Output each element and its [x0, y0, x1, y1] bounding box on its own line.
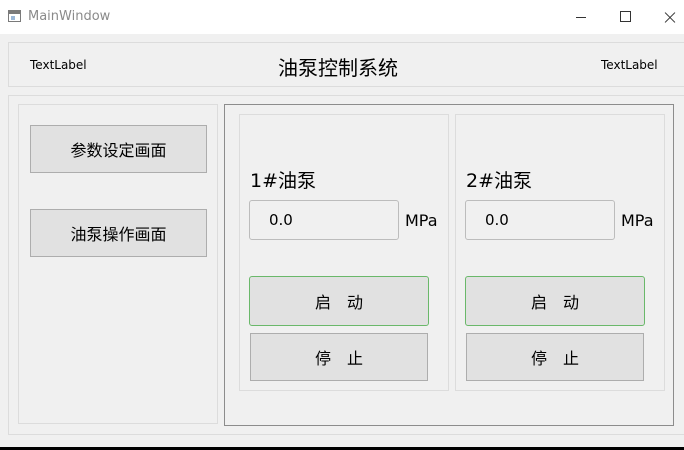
- minimize-icon[interactable]: [548, 0, 594, 34]
- pump-1-stop-button[interactable]: 停 止: [250, 333, 428, 381]
- pump-operation-screen-button[interactable]: 油泵操作画面: [30, 209, 207, 257]
- pump-1-unit: MPa: [405, 211, 438, 230]
- pump-2-pressure-field[interactable]: 0.0: [465, 200, 615, 240]
- pump-2-start-button[interactable]: 启 动: [465, 276, 645, 326]
- pump-1-title: 1#油泵: [250, 170, 317, 192]
- params-screen-button[interactable]: 参数设定画面: [30, 125, 207, 173]
- header-right-label: TextLabel: [601, 58, 658, 72]
- pump-2-unit: MPa: [621, 211, 654, 230]
- header-left-label: TextLabel: [30, 58, 87, 72]
- page-title: 油泵控制系统: [278, 56, 398, 80]
- pump-1-pressure-field[interactable]: 0.0: [249, 200, 399, 240]
- maximize-icon[interactable]: [602, 0, 648, 34]
- pump-1-start-button[interactable]: 启 动: [249, 276, 429, 326]
- title-bar: MainWindow: [0, 0, 684, 34]
- close-icon[interactable]: [648, 0, 684, 34]
- app-window-icon: [8, 10, 21, 22]
- window-title: MainWindow: [28, 9, 111, 24]
- main-window: MainWindow TextLabel 油泵控制系统 TextLabel 参数…: [0, 0, 684, 447]
- pump-2-title: 2#油泵: [466, 170, 533, 192]
- pump-2-stop-button[interactable]: 停 止: [466, 333, 644, 381]
